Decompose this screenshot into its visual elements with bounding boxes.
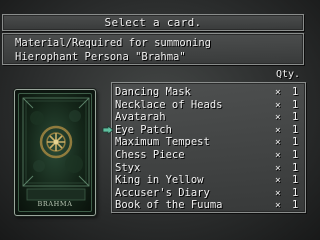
times-symbol: × (275, 175, 281, 187)
times-symbol: × (275, 137, 281, 149)
card-face: BRAHMA (18, 93, 92, 212)
card-name-label: BRAHMA (37, 200, 73, 208)
item-qty: 1 (292, 98, 299, 111)
times-symbol: × (275, 87, 281, 98)
item-name: Accuser's Diary (115, 186, 210, 199)
times-symbol: × (275, 112, 281, 124)
info-line-persona: Hierophant Persona "Brahma" (15, 51, 186, 63)
item-name: King in Yellow (115, 174, 204, 187)
list-item[interactable]: Dancing Mask × 1 (112, 86, 305, 99)
persona-sigil-icon (22, 97, 90, 201)
info-line-material: Material/Required for summoning (15, 37, 211, 49)
item-qty: 1 (292, 199, 299, 212)
info-box: Material/Required for summoning Hieropha… (2, 33, 304, 65)
item-name: Eye Patch (115, 123, 172, 136)
item-name: Chess Piece (115, 149, 185, 161)
item-qty: 1 (292, 111, 299, 124)
times-symbol: × (275, 200, 281, 212)
item-name: Book of the Fuuma (115, 199, 223, 212)
times-symbol: × (275, 162, 281, 174)
summon-card-screen: Select a card. Material/Required for sum… (0, 0, 320, 240)
list-item[interactable]: Maximum Tempest × 1 (112, 136, 305, 149)
item-name: Dancing Mask (115, 86, 191, 98)
item-qty: 1 (292, 86, 299, 98)
qty-column-header: Qty. (276, 69, 301, 80)
item-name: Styx (115, 161, 141, 174)
list-item[interactable]: Avatarah × 1 (112, 111, 305, 124)
list-item[interactable]: King in Yellow × 1 (112, 174, 305, 187)
item-qty: 1 (292, 174, 299, 187)
title-bar: Select a card. (2, 14, 304, 31)
item-name: Maximum Tempest (115, 136, 210, 149)
item-qty: 1 (292, 136, 299, 149)
list-item[interactable]: Accuser's Diary × 1 (112, 187, 305, 200)
times-symbol: × (275, 99, 281, 111)
item-name: Necklace of Heads (115, 98, 223, 111)
times-symbol: × (275, 150, 281, 161)
item-qty: 1 (292, 186, 299, 199)
item-qty: 1 (292, 149, 299, 161)
list-item-selected[interactable]: Eye Patch × 1 (112, 124, 305, 137)
item-qty: 1 (292, 161, 299, 174)
list-item[interactable]: Book of the Fuuma × 1 (112, 199, 305, 212)
times-symbol: × (275, 187, 281, 199)
times-symbol: × (275, 124, 281, 136)
card-list: Dancing Mask × 1 Necklace of Heads × 1 A… (111, 82, 306, 213)
item-qty: 1 (292, 123, 299, 136)
list-item[interactable]: Chess Piece × 1 (112, 149, 305, 162)
item-name: Avatarah (115, 111, 166, 124)
list-item[interactable]: Styx × 1 (112, 162, 305, 175)
list-item[interactable]: Necklace of Heads × 1 (112, 99, 305, 112)
screen-title: Select a card. (104, 16, 202, 29)
pointer-hand-icon (102, 125, 114, 135)
persona-card: BRAHMA (14, 89, 96, 216)
